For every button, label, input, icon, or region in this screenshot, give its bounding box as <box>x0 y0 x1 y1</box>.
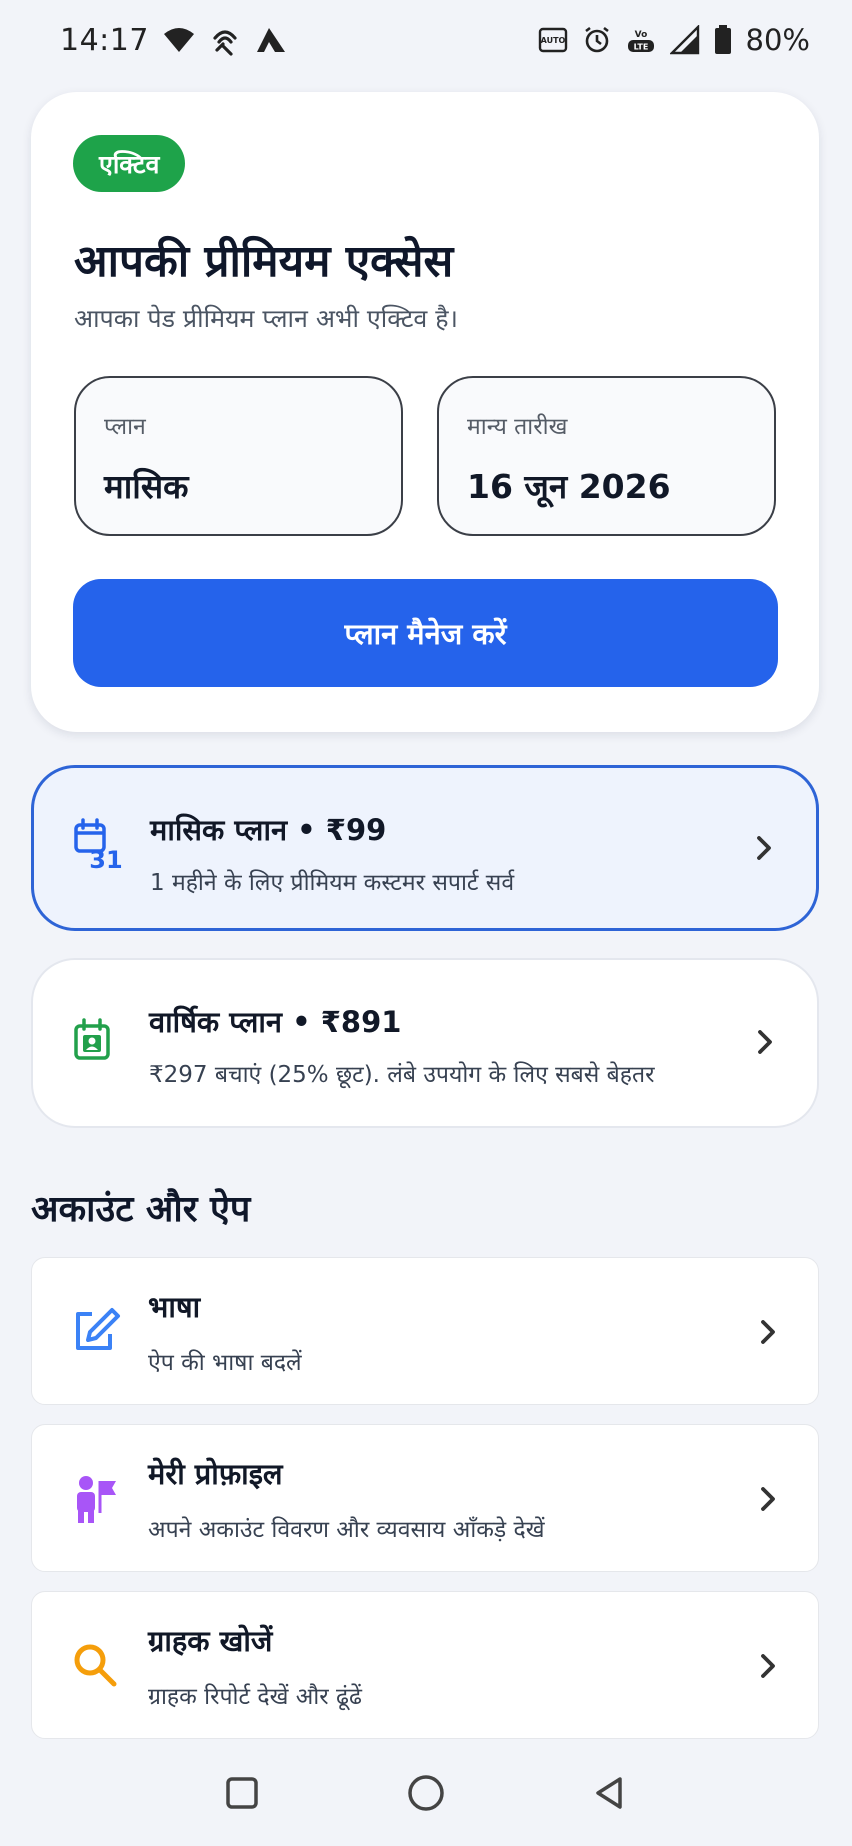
status-bar-left: 14:17 <box>60 23 287 58</box>
validity-value: 16 जून 2026 <box>467 467 671 506</box>
app-notification-icon <box>255 26 287 54</box>
section-title-account-app: अकाउंट और ऐप <box>31 1189 251 1230</box>
profile-description: अपने अकाउंट विवरण और व्यवसाय आँकड़े देखे… <box>148 1517 545 1543</box>
plan-label: प्लान <box>104 414 146 440</box>
chevron-right-icon <box>754 1485 782 1513</box>
validity-label: मान्य तारीख <box>467 414 568 440</box>
hotspot-icon <box>209 24 241 56</box>
chevron-right-icon <box>750 834 778 862</box>
settings-item-profile[interactable]: मेरी प्रोफ़ाइल अपने अकाउंट विवरण और व्यव… <box>31 1424 819 1572</box>
premium-subtitle: आपका पेड प्रीमियम प्लान अभी एक्टिव है। <box>74 304 459 333</box>
search-icon <box>66 1636 126 1696</box>
customer-search-description: ग्राहक रिपोर्ट देखें और ढूंढें <box>148 1684 362 1710</box>
alarm-icon <box>582 25 612 55</box>
yearly-plan-description: ₹297 बचाएं (25% छूट). लंबे उपयोग के लिए … <box>149 1062 655 1088</box>
auto-brightness-icon: AUTO <box>538 26 568 54</box>
premium-access-card: एक्टिव आपकी प्रीमियम एक्सेस आपका पेड प्र… <box>31 92 819 732</box>
calendar-badge-icon <box>71 1017 127 1073</box>
svg-text:Vo: Vo <box>634 30 647 40</box>
language-description: ऐप की भाषा बदलें <box>148 1350 302 1376</box>
chevron-right-icon <box>754 1652 782 1680</box>
status-bar-right: AUTO Vo LTE 80% <box>538 23 810 57</box>
svg-text:AUTO: AUTO <box>540 36 565 45</box>
customer-search-title: ग्राहक खोजें <box>148 1624 273 1658</box>
back-button[interactable] <box>580 1763 640 1823</box>
page-title: आपकी प्रीमियम एक्सेस <box>74 236 454 287</box>
plan-info-box: प्लान मासिक <box>74 376 403 536</box>
monthly-plan-title: मासिक प्लान • ₹99 <box>150 813 387 847</box>
plan-value: मासिक <box>104 467 189 506</box>
navigation-bar <box>0 1740 852 1846</box>
svg-text:31: 31 <box>89 846 122 873</box>
svg-text:LTE: LTE <box>633 43 648 52</box>
language-title: भाषा <box>148 1290 201 1324</box>
status-time: 14:17 <box>60 22 149 58</box>
calendar-31-icon: 31 <box>72 817 128 874</box>
recents-button[interactable] <box>212 1763 272 1823</box>
profile-title: मेरी प्रोफ़ाइल <box>148 1457 283 1491</box>
settings-item-language[interactable]: भाषा ऐप की भाषा बदलें <box>31 1257 819 1405</box>
status-bar: 14:17 AUTO Vo LTE 80% <box>0 0 852 80</box>
wifi-icon <box>163 26 195 54</box>
yearly-plan-title: वार्षिक प्लान • ₹891 <box>149 1005 402 1039</box>
edit-icon <box>66 1302 126 1362</box>
volte-icon: Vo LTE <box>626 25 656 55</box>
monthly-plan-card[interactable]: 31 मासिक प्लान • ₹99 1 महीने के लिए प्री… <box>31 765 819 931</box>
profile-flag-icon <box>66 1469 126 1529</box>
chevron-right-icon <box>751 1028 779 1056</box>
status-badge: एक्टिव <box>73 135 186 192</box>
manage-plan-button[interactable]: प्लान मैनेज करें <box>73 579 778 687</box>
validity-info-box: मान्य तारीख 16 जून 2026 <box>437 376 776 536</box>
chevron-right-icon <box>754 1318 782 1346</box>
settings-item-customer-search[interactable]: ग्राहक खोजें ग्राहक रिपोर्ट देखें और ढूं… <box>31 1591 819 1739</box>
signal-icon <box>669 25 700 55</box>
yearly-plan-card[interactable]: वार्षिक प्लान • ₹891 ₹297 बचाएं (25% छूट… <box>31 958 819 1128</box>
battery-percent: 80% <box>745 23 810 57</box>
battery-icon <box>714 25 732 55</box>
home-button[interactable] <box>396 1763 456 1823</box>
monthly-plan-description: 1 महीने के लिए प्रीमियम कस्टमर सपार्ट सर… <box>150 870 515 896</box>
